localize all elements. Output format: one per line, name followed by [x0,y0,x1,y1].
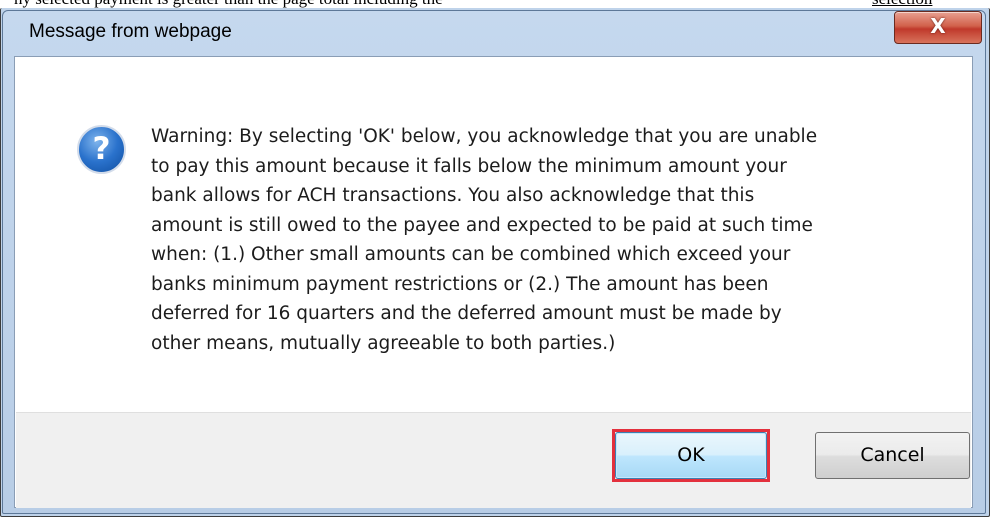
message-line: Warning: By selecting 'OK' below, you ac… [151,126,818,147]
background-link[interactable]: selection [872,0,932,8]
background-text: ny selected payment is greater than the … [14,0,443,8]
message-line: banks minimum payment restrictions or (2… [151,273,769,295]
background-page-strip: ny selected payment is greater than the … [0,0,990,8]
close-icon: X [930,14,946,38]
message-line: bank allows for ACH transactions. You al… [151,185,755,206]
close-button[interactable]: X [894,11,982,44]
message-line: deferred for 16 quarters and the deferre… [151,303,782,324]
message-line: other means, mutually agreeable to both … [151,332,616,354]
cancel-button[interactable]: Cancel [815,432,970,479]
dialog-title: Message from webpage [29,21,232,42]
message-line: when: (1.) Other small amounts can be co… [151,244,791,265]
dialog-body: ? Warning: By selecting 'OK' below, you … [14,56,973,508]
message-line: to pay this amount because it falls belo… [151,155,787,177]
question-icon: ? [77,125,126,174]
message-line: amount is still owed to the payee and ex… [151,214,813,236]
ok-button[interactable]: OK [615,432,767,479]
warning-message: Warning: By selecting 'OK' below, you ac… [151,122,941,358]
